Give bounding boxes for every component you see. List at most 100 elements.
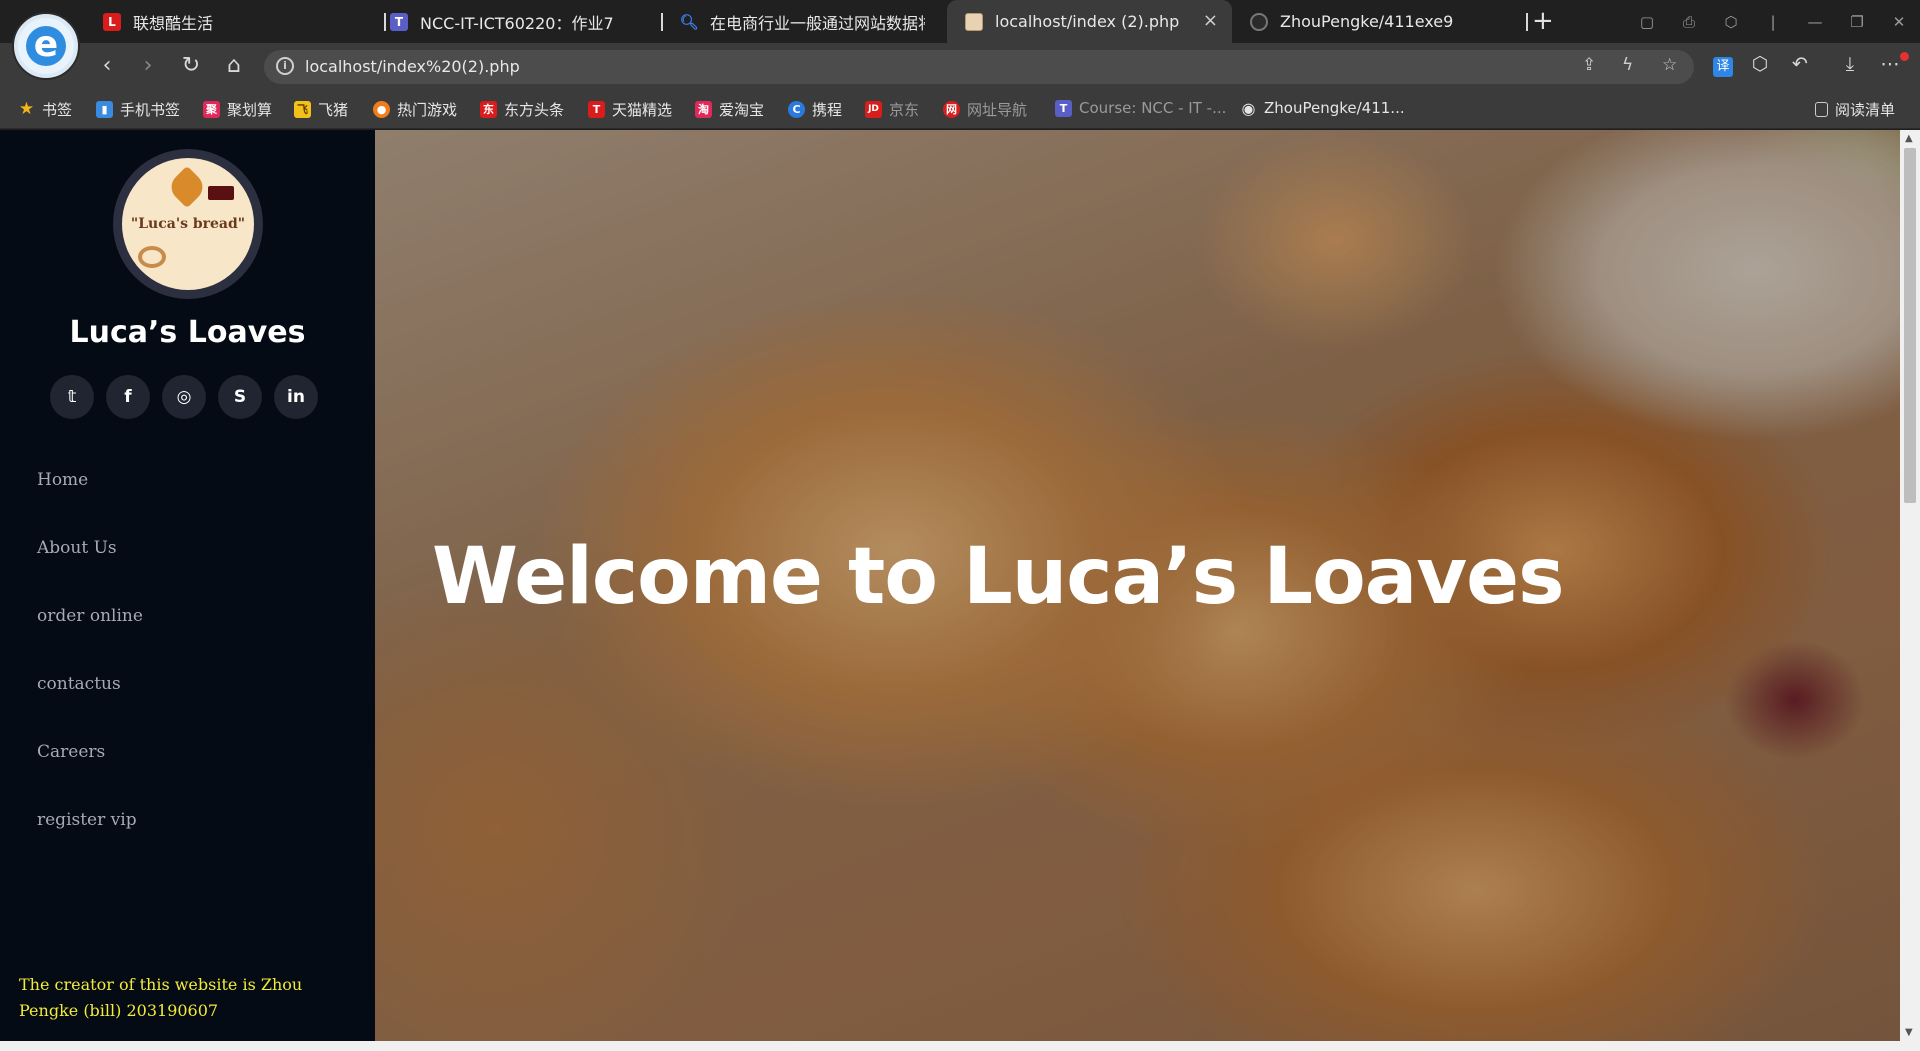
tab-separator	[661, 13, 663, 31]
sidebar-nav: Home About Us order online contactus Car…	[37, 470, 143, 878]
tab-label: NCC-IT-ICT60220：作业7	[420, 13, 614, 33]
maple-leaf-icon	[165, 165, 209, 209]
navigation-icon: 网	[943, 101, 960, 118]
toutiao-icon: 东	[480, 101, 497, 118]
site-name: Luca’s Loaves	[69, 315, 306, 350]
tab-github[interactable]: ZhouPengke/411exe9	[1250, 0, 1528, 43]
reload-icon[interactable]: ↻	[176, 51, 206, 81]
reading-list-label: 阅读清单	[1835, 101, 1896, 119]
tab-search[interactable]: 🔍︎ 在电商行业一般通过网站数据将	[679, 0, 945, 43]
forward-icon[interactable]: ›	[133, 51, 163, 81]
nav-register-vip[interactable]: register vip	[37, 810, 143, 878]
ctrip-icon: C	[788, 101, 805, 118]
github-icon: ◉	[1241, 98, 1256, 118]
favorite-star-icon[interactable]: ☆	[1662, 55, 1677, 75]
bookmark-label: 东方头条	[504, 101, 565, 119]
flag-icon	[208, 186, 234, 200]
twitter-icon[interactable]: 𝕥	[50, 375, 94, 419]
address-bar: ‹ › ↻ ⌂ i localhost/index%20(2).php ⇪ ϟ …	[0, 43, 1920, 90]
bookmark-item[interactable]: ● 热门游戏	[373, 99, 457, 120]
restore-button[interactable]: ❐	[1836, 13, 1878, 31]
profile-logo: "Luca's bread"	[113, 149, 263, 299]
facebook-icon[interactable]: f	[106, 375, 150, 419]
browser-logo[interactable]: e	[14, 14, 78, 78]
bookmark-label: 飞猪	[318, 101, 349, 119]
bookmark-item[interactable]: T 天猫精选	[588, 99, 672, 120]
url-input[interactable]: i localhost/index%20(2).php ⇪ ϟ ☆	[264, 50, 1694, 84]
bolt-icon[interactable]: ϟ	[1622, 55, 1633, 75]
new-tab-button[interactable]: +	[1532, 6, 1554, 36]
bookmark-label: 爱淘宝	[719, 101, 765, 119]
url-text[interactable]: localhost/index%20(2).php	[305, 57, 520, 76]
bookmark-label: Course: NCC - IT -...	[1079, 99, 1227, 117]
minimize-button[interactable]: —	[1794, 13, 1836, 31]
reading-list[interactable]: 阅读清单	[1815, 99, 1895, 120]
page-scrollbar[interactable]: ▲ ▼	[1900, 130, 1920, 1041]
tab-ncc-assignment[interactable]: T NCC-IT-ICT60220：作业7	[390, 0, 663, 43]
bookmark-item[interactable]: 淘 爱淘宝	[695, 99, 764, 120]
print-icon[interactable]: ⎙	[1668, 13, 1710, 31]
instagram-icon[interactable]: ◎	[162, 375, 206, 419]
social-links: 𝕥 f ◎ S in	[50, 375, 318, 419]
nav-order-online[interactable]: order online	[37, 606, 143, 674]
bookmark-item[interactable]: T Course: NCC - IT -...	[1055, 99, 1226, 117]
course-icon: T	[1055, 99, 1072, 117]
search-tab-icon: 🔍︎	[679, 12, 699, 31]
site-info-icon[interactable]: i	[276, 57, 294, 75]
bookmark-label: 携程	[812, 101, 843, 119]
bookmark-item[interactable]: 网 网址导航	[943, 99, 1027, 120]
course-tab-icon: T	[390, 12, 408, 31]
bookmark-label: 天猫精选	[612, 101, 673, 119]
home-icon[interactable]: ⌂	[219, 51, 249, 81]
extensions-icon[interactable]: ⬡	[1710, 13, 1752, 31]
close-window-button[interactable]: ✕	[1878, 13, 1920, 31]
nav-careers[interactable]: Careers	[37, 742, 143, 810]
tab-separator	[384, 13, 386, 31]
bookmark-label: 手机书签	[120, 101, 181, 119]
bookmark-item[interactable]: C 携程	[788, 99, 842, 120]
bookmark-item[interactable]: ▮ 手机书签	[96, 99, 180, 120]
logo-text: "Luca's bread"	[130, 216, 246, 232]
reading-list-icon	[1815, 102, 1828, 117]
translate-icon[interactable]: 译	[1713, 57, 1733, 77]
nav-about-us[interactable]: About Us	[37, 538, 143, 606]
sidebar-toggle-icon[interactable]: ▢	[1626, 13, 1668, 31]
bookmark-item[interactable]: ◉ ZhouPengke/411...	[1240, 99, 1405, 117]
phone-icon: ▮	[96, 101, 113, 118]
undo-icon[interactable]: ↶	[1786, 53, 1814, 75]
bookmark-item[interactable]: 东 东方头条	[480, 99, 564, 120]
scroll-up-arrow-icon[interactable]: ▲	[1905, 133, 1913, 144]
bookmark-item[interactable]: ★ 书签	[18, 99, 72, 120]
tab-label: 联想酷生活	[133, 13, 214, 33]
tab-separator	[1526, 13, 1528, 31]
bookmark-item[interactable]: 飞 飞猪	[294, 99, 348, 120]
page-viewport: "Luca's bread" Luca’s Loaves 𝕥 f ◎ S in …	[0, 130, 1920, 1041]
linkedin-icon[interactable]: in	[274, 375, 318, 419]
scroll-thumb[interactable]	[1904, 148, 1916, 503]
bread-logo-image: "Luca's bread"	[122, 158, 254, 290]
tab-label: 在电商行业一般通过网站数据将	[710, 13, 925, 33]
nav-contactus[interactable]: contactus	[37, 674, 143, 742]
download-icon[interactable]: ⤓	[1836, 53, 1864, 75]
hero-section: Welcome to Luca’s Loaves	[375, 130, 1900, 1041]
jd-icon: JD	[865, 101, 882, 118]
scroll-down-arrow-icon[interactable]: ▼	[1905, 1027, 1913, 1038]
tab-localhost-active[interactable]: localhost/index (2).php ×	[947, 0, 1232, 43]
creator-note: The creator of this website is Zhou Peng…	[19, 975, 303, 1020]
skype-icon[interactable]: S	[218, 375, 262, 419]
back-icon[interactable]: ‹	[92, 51, 122, 81]
browser-e-icon: e	[26, 26, 66, 66]
bookmark-label: 京东	[889, 101, 920, 119]
bookmark-item[interactable]: 聚 聚划算	[203, 99, 272, 120]
extension-icon[interactable]: ⬡	[1746, 53, 1774, 75]
notification-dot	[1900, 52, 1909, 61]
bread-tab-icon	[965, 12, 983, 31]
bookmark-item[interactable]: JD 京东	[865, 99, 919, 120]
share-icon[interactable]: ⇪	[1582, 55, 1596, 75]
nav-home[interactable]: Home	[37, 470, 143, 538]
github-tab-icon	[1250, 12, 1268, 31]
close-tab-icon[interactable]: ×	[1203, 10, 1218, 31]
pretzel-icon	[138, 246, 166, 268]
status-strip	[0, 1041, 1920, 1051]
tab-lenovo[interactable]: L 联想酷生活	[103, 0, 386, 43]
